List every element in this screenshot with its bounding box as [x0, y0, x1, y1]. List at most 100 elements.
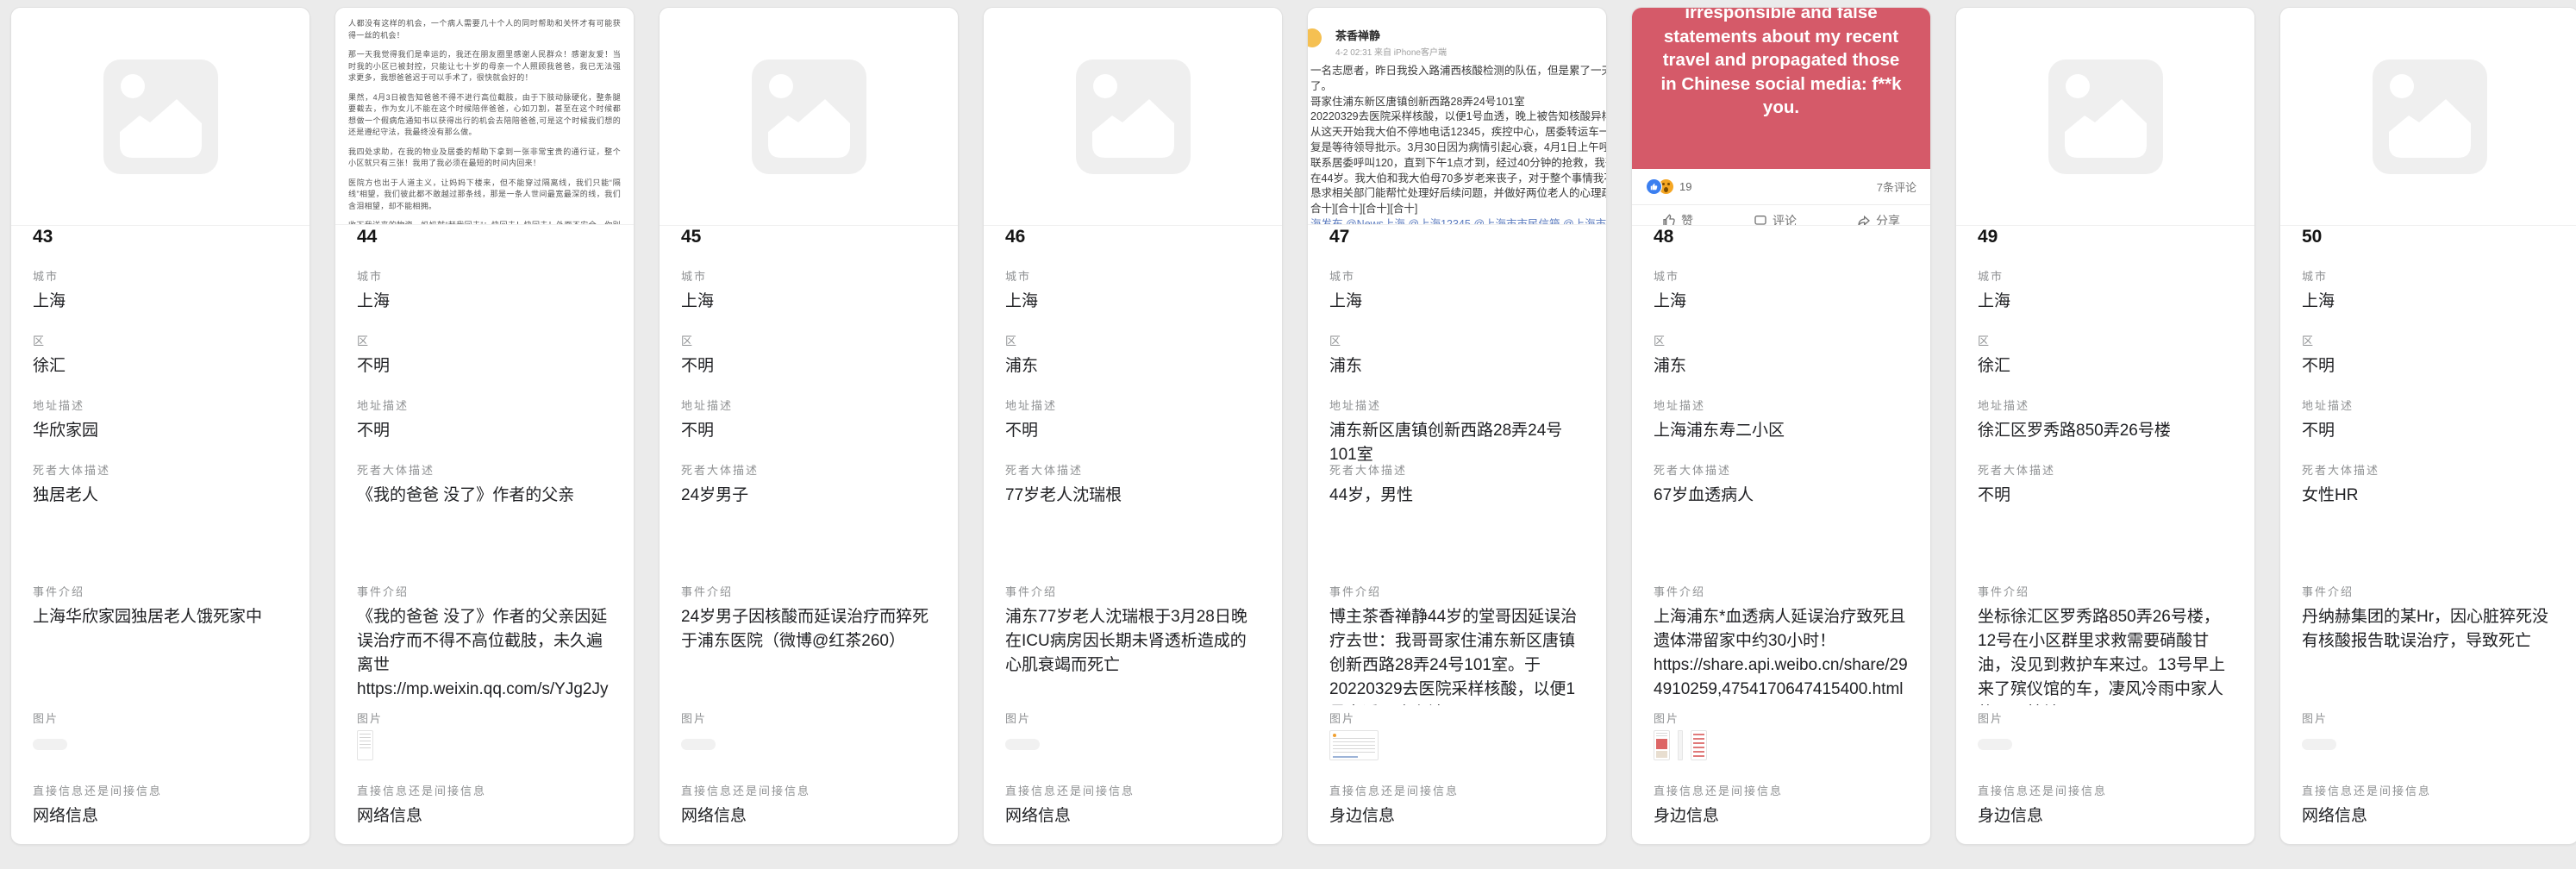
field-value-direct: 身边信息: [1978, 804, 2234, 828]
attachment-thumbnail[interactable]: [681, 739, 716, 750]
weibo-text-line: 一名志愿者，昨日我投入路浦西核酸检测的队伍，但是累了一天后晚上挂: [1310, 64, 1606, 79]
card-cover-placeholder[interactable]: [660, 8, 958, 226]
card-cover-image[interactable]: 茶香禅静 4-2 02:31 来自 iPhone客户端 一名志愿者，昨日我投入路…: [1308, 8, 1606, 225]
cover-article-paragraph: 医院方也出于人道主义，让妈妈下楼来，但不能穿过隔离线，我们只能“隔线”相望，我们…: [348, 178, 621, 213]
field-label-image: 图片: [2302, 710, 2558, 726]
field-label-deceased: 死者大体描述: [1654, 461, 1910, 478]
card-cover-image[interactable]: 人都没有这样的机会，一个病人需要几十个人的同时帮助和关怀才有可能获得一丝的机会！…: [335, 8, 634, 225]
like-button-label: 赞: [1681, 212, 1693, 226]
weibo-post-text: 一名志愿者，昨日我投入路浦西核酸检测的队伍，但是累了一天后晚上挂 了。 哥家住浦…: [1315, 64, 1606, 225]
attachment-thumbnail[interactable]: [33, 739, 67, 750]
like-button[interactable]: 赞: [1662, 212, 1693, 226]
weibo-mentions: 海发布 @News上海 @上海12345 @上海市市民信箱 @上海市志愿者协会: [1310, 217, 1606, 225]
field-label-image: 图片: [33, 710, 289, 726]
field-label-direct: 直接信息还是间接信息: [1005, 782, 1261, 798]
record-card[interactable]: 茶香禅静 4-2 02:31 来自 iPhone客户端 一名志愿者，昨日我投入路…: [1307, 7, 1607, 845]
field-value-direct: 网络信息: [33, 804, 289, 828]
field-label-city: 城市: [1654, 267, 1910, 284]
field-value-direct: 身边信息: [1654, 804, 1910, 828]
field-label-image: 图片: [1978, 710, 2234, 726]
field-value-event: 上海华欣家园独居老人饿死家中: [33, 605, 289, 629]
field-value-event: 24岁男子因核酸而延误治疗而猝死于浦东医院（微博@红茶260）: [681, 605, 937, 653]
field-label-deceased: 死者大体描述: [357, 461, 613, 478]
like-reaction-icon: [1646, 178, 1662, 195]
field-label-address: 地址描述: [681, 397, 937, 413]
weibo-timestamp: 4-2 02:31 来自 iPhone客户端: [1335, 45, 1606, 58]
comment-button[interactable]: 评论: [1754, 212, 1797, 226]
field-label-deceased: 死者大体描述: [33, 461, 289, 478]
weibo-text-line: 20220329去医院采样核酸，以便1号血透，晚上被告知核酸异样，等待转移: [1310, 109, 1606, 125]
record-number: 43: [33, 227, 53, 247]
field-label-event: 事件介绍: [357, 583, 613, 599]
cover-article-paragraph: 人都没有这样的机会，一个病人需要几十个人的同时帮助和关怀才有可能获得一丝的机会！: [348, 18, 621, 41]
attachment-thumbnail[interactable]: [357, 730, 373, 760]
record-card[interactable]: irresponsible and false statements about…: [1631, 7, 1931, 845]
record-card[interactable]: 人都没有这样的机会，一个病人需要几十个人的同时帮助和关怀才有可能获得一丝的机会！…: [335, 7, 635, 845]
field-value-district: 徐汇: [33, 354, 289, 378]
field-value-deceased: 67岁血透病人: [1654, 484, 1910, 508]
record-number: 50: [2302, 227, 2322, 247]
field-label-image: 图片: [357, 710, 613, 726]
attachment-thumbnail[interactable]: [1678, 730, 1683, 760]
attachment-thumbnail[interactable]: [1654, 730, 1670, 760]
field-label-district: 区: [1005, 332, 1261, 348]
field-value-event: 坐标徐汇区罗秀路850弄26号楼，12号在小区群里求救需要硝酸甘油，没见到救护车…: [1978, 605, 2234, 705]
field-label-city: 城市: [33, 267, 289, 284]
card-cover-placeholder[interactable]: [1956, 8, 2254, 226]
record-number: 48: [1654, 227, 1673, 247]
card-cover-placeholder[interactable]: [11, 8, 309, 226]
field-value-city: 上海: [1654, 290, 1910, 314]
field-value-deceased: 独居老人: [33, 484, 289, 508]
record-card[interactable]: 49 城市上海 区徐汇 地址描述徐汇区罗秀路850弄26号楼 死者大体描述不明 …: [1955, 7, 2255, 845]
field-value-address: 不明: [357, 419, 613, 443]
field-label-event: 事件介绍: [1654, 583, 1910, 599]
field-value-address: 不明: [681, 419, 937, 443]
weibo-avatar: [1308, 28, 1322, 47]
reaction-count: 19: [1679, 180, 1691, 193]
field-label-direct: 直接信息还是间接信息: [33, 782, 289, 798]
attachment-thumbnail[interactable]: [1691, 730, 1707, 760]
attachment-thumbnail[interactable]: [1005, 739, 1040, 750]
attachment-thumbnail[interactable]: [1978, 739, 2012, 750]
card-cover-placeholder[interactable]: [2280, 8, 2576, 226]
field-label-address: 地址描述: [1654, 397, 1910, 413]
comment-button-label: 评论: [1773, 212, 1797, 226]
field-value-district: 浦东: [1654, 354, 1910, 378]
record-card[interactable]: 45 城市上海 区不明 地址描述不明 死者大体描述24岁男子 事件介绍24岁男子…: [659, 7, 959, 845]
field-label-district: 区: [33, 332, 289, 348]
card-cover-image[interactable]: irresponsible and false statements about…: [1632, 8, 1930, 226]
record-card[interactable]: 43 城市上海 区徐汇 地址描述华欣家园 死者大体描述独居老人 事件介绍上海华欣…: [10, 7, 310, 845]
field-value-direct: 网络信息: [2302, 804, 2558, 828]
weibo-text-line: 了。: [1310, 79, 1606, 95]
field-label-image: 图片: [681, 710, 937, 726]
attachment-thumbnail[interactable]: [1329, 730, 1379, 760]
field-label-address: 地址描述: [2302, 397, 2558, 413]
field-value-direct: 网络信息: [681, 804, 937, 828]
field-value-deceased: 《我的爸爸 没了》作者的父亲: [357, 484, 613, 508]
record-number: 46: [1005, 227, 1025, 247]
gallery-view: 43 城市上海 区徐汇 地址描述华欣家园 死者大体描述独居老人 事件介绍上海华欣…: [0, 0, 2576, 869]
field-label-deceased: 死者大体描述: [1005, 461, 1261, 478]
field-label-image: 图片: [1654, 710, 1910, 726]
field-label-address: 地址描述: [357, 397, 613, 413]
field-value-address: 浦东新区唐镇创新西路28弄24号101室: [1329, 419, 1585, 467]
field-value-address: 华欣家园: [33, 419, 289, 443]
record-card[interactable]: 50 城市上海 区不明 地址描述不明 死者大体描述女性HR 事件介绍丹纳赫集团的…: [2279, 7, 2576, 845]
field-value-deceased: 77岁老人沈瑞根: [1005, 484, 1261, 508]
field-label-city: 城市: [1978, 267, 2234, 284]
record-card[interactable]: 46 城市上海 区浦东 地址描述不明 死者大体描述77岁老人沈瑞根 事件介绍浦东…: [983, 7, 1283, 845]
record-number: 49: [1978, 227, 1998, 247]
field-label-address: 地址描述: [1329, 397, 1585, 413]
card-cover-placeholder[interactable]: [984, 8, 1282, 226]
share-button[interactable]: 分享: [1857, 212, 1900, 226]
field-label-direct: 直接信息还是间接信息: [681, 782, 937, 798]
field-value-deceased: 44岁，男性: [1329, 484, 1585, 508]
cover-article-paragraph: 收下我送来的物资，妈妈就“赶我回去”：快回去！快回去！外面不安全，你别再有事: [348, 220, 621, 225]
field-value-event: 《我的爸爸 没了》作者的父亲因延误治疗而不得不高位截肢，未久遍离世 https:…: [357, 605, 613, 705]
field-label-direct: 直接信息还是间接信息: [1654, 782, 1910, 798]
cover-article-paragraph: 我四处求助，在我的物业及居委的帮助下拿到一张非常宝贵的通行证，整个小区就只有三张…: [348, 147, 621, 170]
field-label-address: 地址描述: [33, 397, 289, 413]
field-label-image: 图片: [1005, 710, 1261, 726]
weibo-username: 茶香禅静: [1335, 27, 1606, 43]
attachment-thumbnail[interactable]: [2302, 739, 2336, 750]
